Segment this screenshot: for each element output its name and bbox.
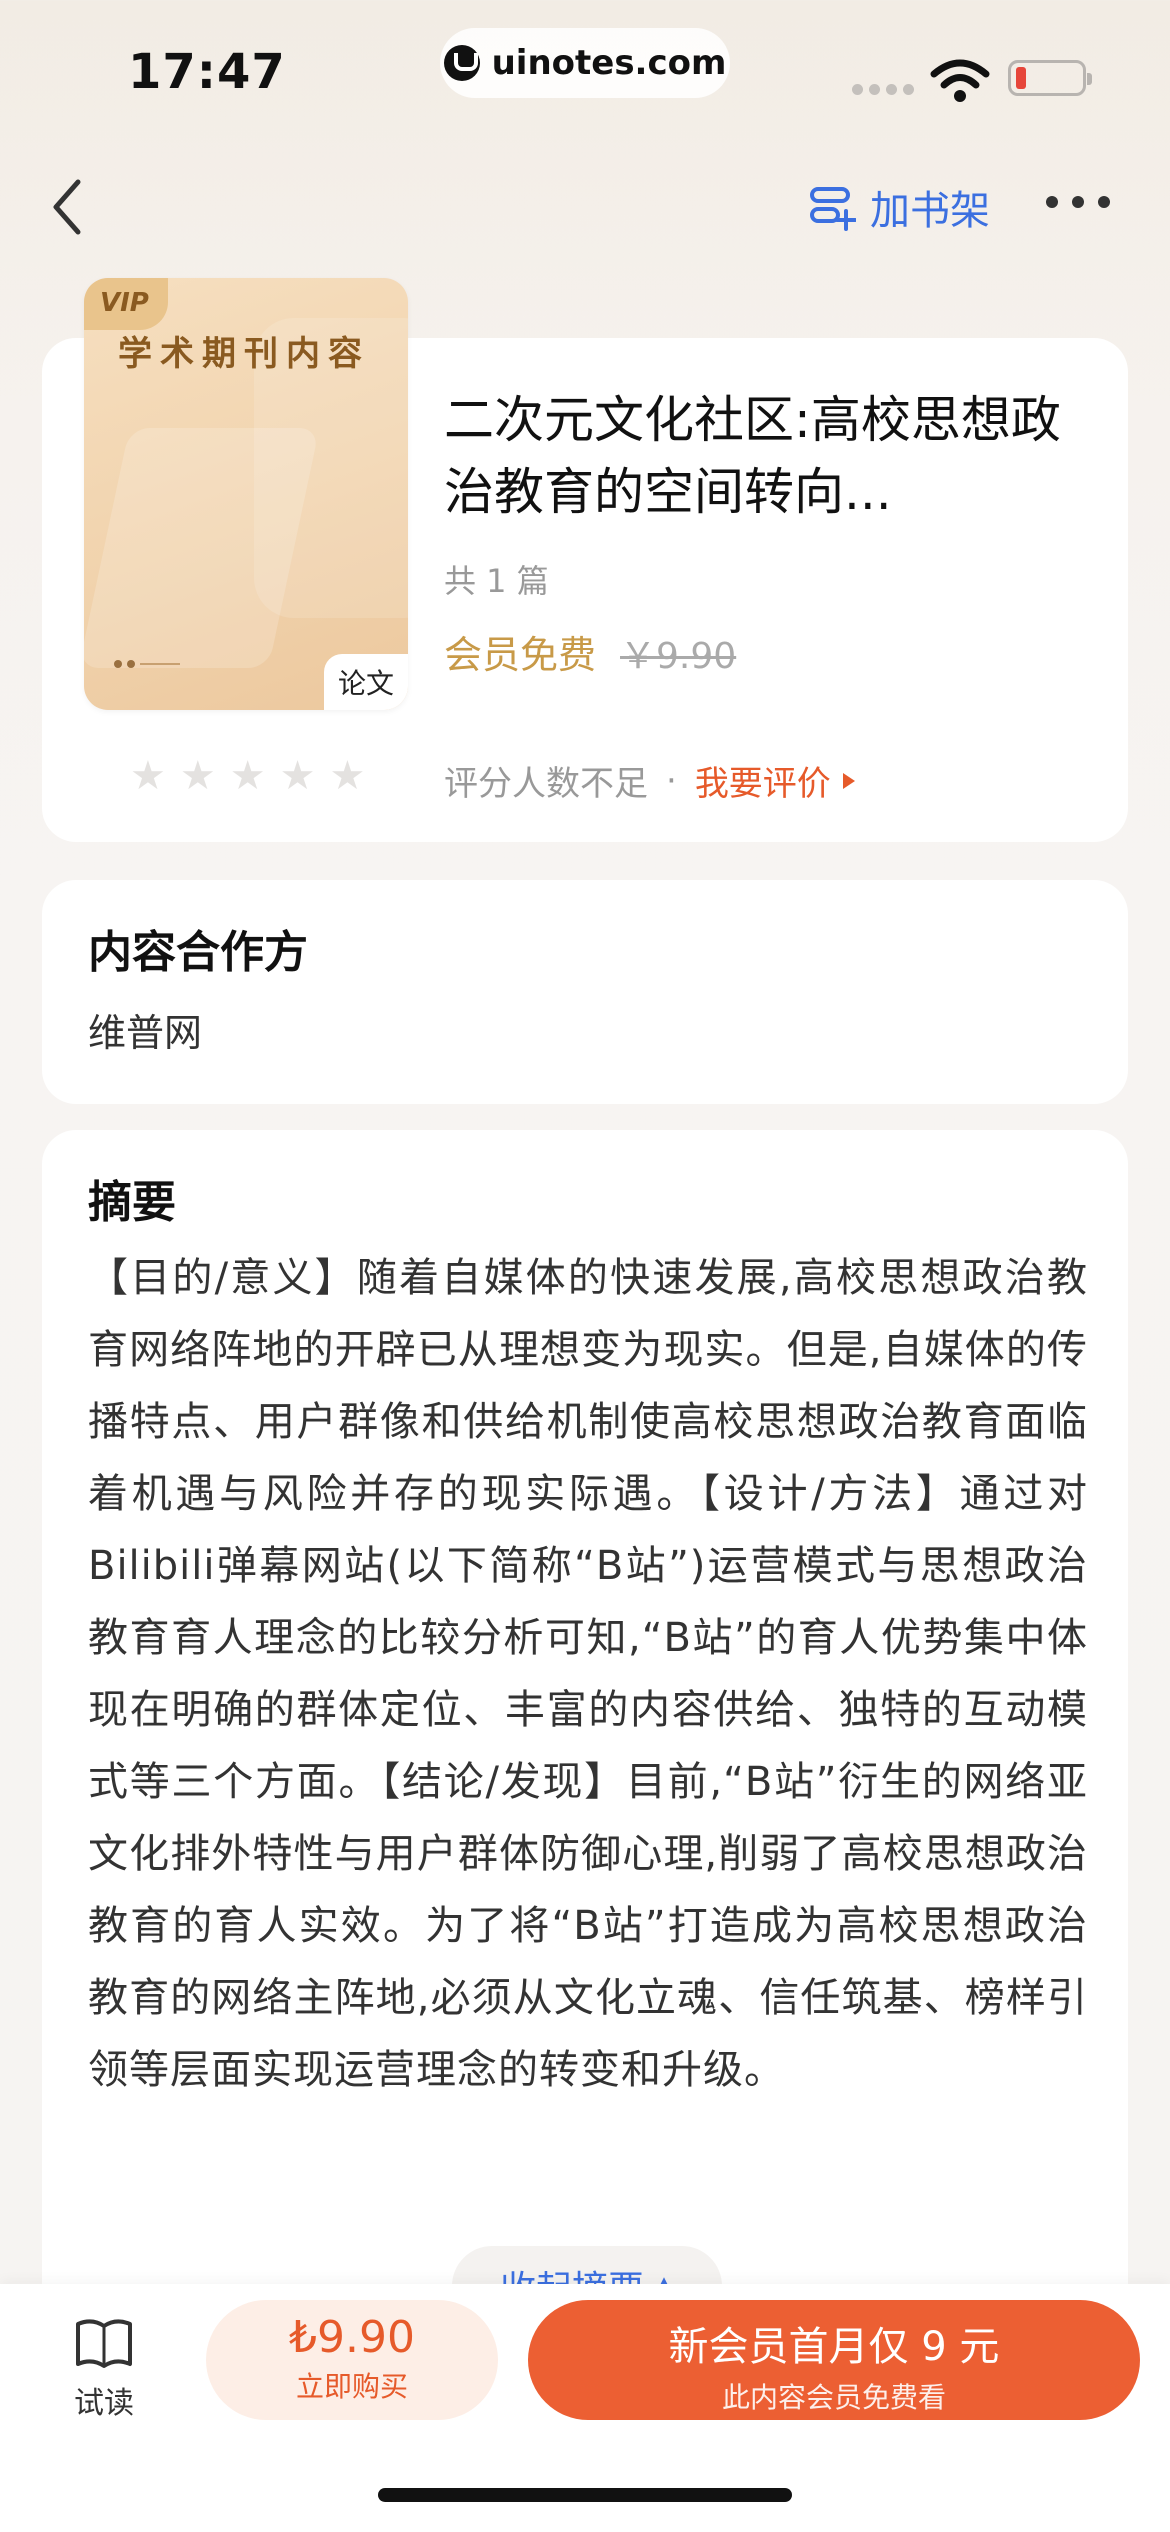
star-icon: ★ xyxy=(179,753,216,799)
content-partner-card: 内容合作方 维普网 xyxy=(42,880,1128,1104)
wifi-icon xyxy=(930,59,990,102)
member-free-label: 会员免费 xyxy=(444,633,597,677)
cover-dots-icon xyxy=(114,660,180,668)
url-pill[interactable]: uinotes.com xyxy=(440,28,730,98)
rating-note: 评分人数不足 xyxy=(444,764,648,804)
original-price: ￥9.90 xyxy=(620,636,737,677)
abstract-section-title: 摘要 xyxy=(88,1177,176,1228)
add-to-shelf-button[interactable]: 加书架 xyxy=(808,176,990,238)
cover-title: 学术期刊内容 xyxy=(118,334,370,374)
back-arrow-icon[interactable] xyxy=(44,172,94,242)
member-offer-subtitle: 此内容会员免费看 xyxy=(721,2381,946,2414)
cover-type-tag: 论文 xyxy=(323,654,408,710)
more-icon[interactable] xyxy=(1046,196,1110,208)
bookshelf-add-icon xyxy=(810,187,856,231)
vip-badge: VIP xyxy=(84,278,168,330)
price-row: 会员免费 ￥9.90 xyxy=(444,624,736,679)
rating-row: 评分人数不足 · 我要评价 xyxy=(444,756,855,805)
site-logo-icon xyxy=(443,45,480,81)
trial-read-label: 试读 xyxy=(74,2386,134,2421)
open-book-icon xyxy=(76,2319,132,2368)
star-icon: ★ xyxy=(329,753,366,799)
book-cover[interactable]: VIP 学术期刊内容 论文 xyxy=(84,278,408,710)
battery-icon xyxy=(1008,60,1092,96)
star-icon: ★ xyxy=(229,753,266,799)
rate-link[interactable]: 我要评价 xyxy=(695,756,831,805)
status-time: 17:47 xyxy=(128,44,286,100)
url-text: uinotes.com xyxy=(491,43,727,83)
status-bar: 17:47 uinotes.com xyxy=(0,0,1170,150)
rating-stars: ★ ★ ★ ★ ★ xyxy=(130,756,365,796)
trial-read-button[interactable]: 试读 xyxy=(64,2314,144,2422)
buy-now-label: 立即购买 xyxy=(295,2370,408,2403)
rating-separator: · xyxy=(666,760,677,801)
caret-right-icon xyxy=(842,772,855,789)
add-to-shelf-label: 加书架 xyxy=(870,188,990,234)
home-indicator[interactable] xyxy=(378,2488,792,2502)
star-icon: ★ xyxy=(130,753,166,799)
abstract-text: 【目的/意义】随着自媒体的快速发展,高校思想政治教育网络阵地的开辟已从理想变为现… xyxy=(88,1255,1088,2093)
partner-section-title: 内容合作方 xyxy=(88,927,308,978)
buy-now-button[interactable]: ₺9.90 立即购买 xyxy=(206,2300,498,2420)
cellular-signal-icon xyxy=(852,84,914,95)
partner-name: 维普网 xyxy=(88,1011,203,1055)
star-icon: ★ xyxy=(279,753,316,799)
buy-price: ₺9.90 xyxy=(289,2312,415,2363)
member-offer-label: 新会员首月仅 9 元 xyxy=(668,2324,1000,2370)
member-offer-button[interactable]: 新会员首月仅 9 元 此内容会员免费看 xyxy=(528,2300,1140,2420)
article-count: 共 1 篇 xyxy=(444,562,549,600)
book-title: 二次元文化社区:高校思想政治教育的空间转向... xyxy=(444,391,1061,521)
